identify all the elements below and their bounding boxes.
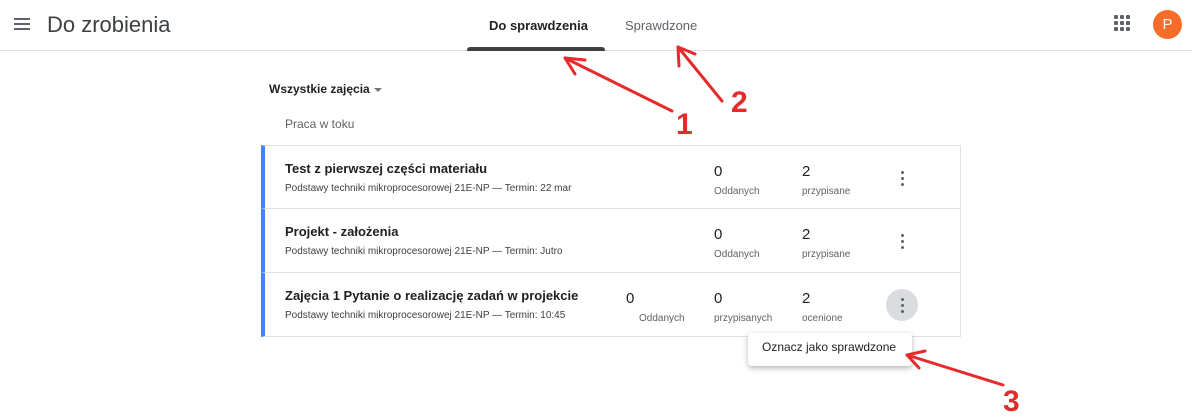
dropdown-caret-icon[interactable]	[374, 88, 382, 92]
assignment-card[interactable]: Test z pierwszej części materiału Podsta…	[261, 145, 961, 209]
stat-graded-value: 2	[802, 290, 811, 307]
arrow-1-head	[563, 56, 587, 76]
avatar[interactable]: P	[1153, 10, 1182, 39]
stat-assigned-value: 0	[714, 290, 723, 307]
stat-assigned-value: 2	[802, 163, 811, 180]
assignment-card[interactable]: Zajęcia 1 Pytanie o realizację zadań w p…	[261, 273, 961, 337]
tab-sprawdzone[interactable]: Sprawdzone	[625, 18, 697, 33]
page-title: Do zrobienia	[47, 12, 171, 37]
class-filter-dropdown[interactable]: Wszystkie zajęcia	[269, 82, 370, 96]
stat-turned-in-value: 0	[626, 290, 635, 307]
assignment-subtitle: Podstawy techniki mikroprocesorowej 21E-…	[285, 183, 572, 194]
stat-assigned-label: przypisanych	[714, 313, 773, 324]
more-options-icon[interactable]	[886, 225, 918, 257]
assignment-card[interactable]: Projekt - założenia Podstawy techniki mi…	[261, 209, 961, 273]
stat-graded-label: ocenione	[802, 313, 843, 324]
assignment-title: Projekt - założenia	[285, 224, 399, 239]
tab-do-sprawdzenia[interactable]: Do sprawdzenia	[489, 18, 588, 33]
top-app-bar: Do zrobienia Do sprawdzenia Sprawdzone P	[0, 0, 1192, 51]
stat-assigned-value: 2	[802, 226, 811, 243]
annotation-label-1: 1	[676, 108, 693, 141]
more-options-icon[interactable]	[886, 289, 918, 321]
stat-turned-in-value: 0	[714, 163, 723, 180]
active-tab-indicator	[467, 47, 605, 51]
stat-turned-in-value: 0	[714, 226, 723, 243]
arrow-3	[905, 353, 1005, 387]
section-heading: Praca w toku	[285, 117, 355, 131]
stat-assigned-label: przypisane	[802, 249, 851, 260]
hamburger-menu-icon[interactable]	[10, 12, 34, 36]
annotation-label-3: 3	[1003, 385, 1020, 418]
assignment-title: Test z pierwszej części materiału	[285, 161, 488, 176]
arrow-1	[563, 56, 674, 113]
mark-as-reviewed-menu-item[interactable]: Oznacz jako sprawdzone	[748, 333, 912, 366]
arrow-2	[676, 45, 724, 103]
stat-turned-in-label: Oddanych	[639, 313, 685, 324]
apps-grid-icon[interactable]	[1113, 14, 1131, 32]
more-options-icon[interactable]	[886, 162, 918, 194]
stat-turned-in-label: Oddanych	[714, 249, 760, 260]
annotation-label-2: 2	[731, 86, 748, 119]
stat-assigned-label: przypisane	[802, 186, 851, 197]
assignment-subtitle: Podstawy techniki mikroprocesorowej 21E-…	[285, 246, 563, 257]
assignment-subtitle: Podstawy techniki mikroprocesorowej 21E-…	[285, 310, 566, 321]
assignment-title: Zajęcia 1 Pytanie o realizację zadań w p…	[285, 288, 579, 303]
stat-turned-in-label: Oddanych	[714, 186, 760, 197]
